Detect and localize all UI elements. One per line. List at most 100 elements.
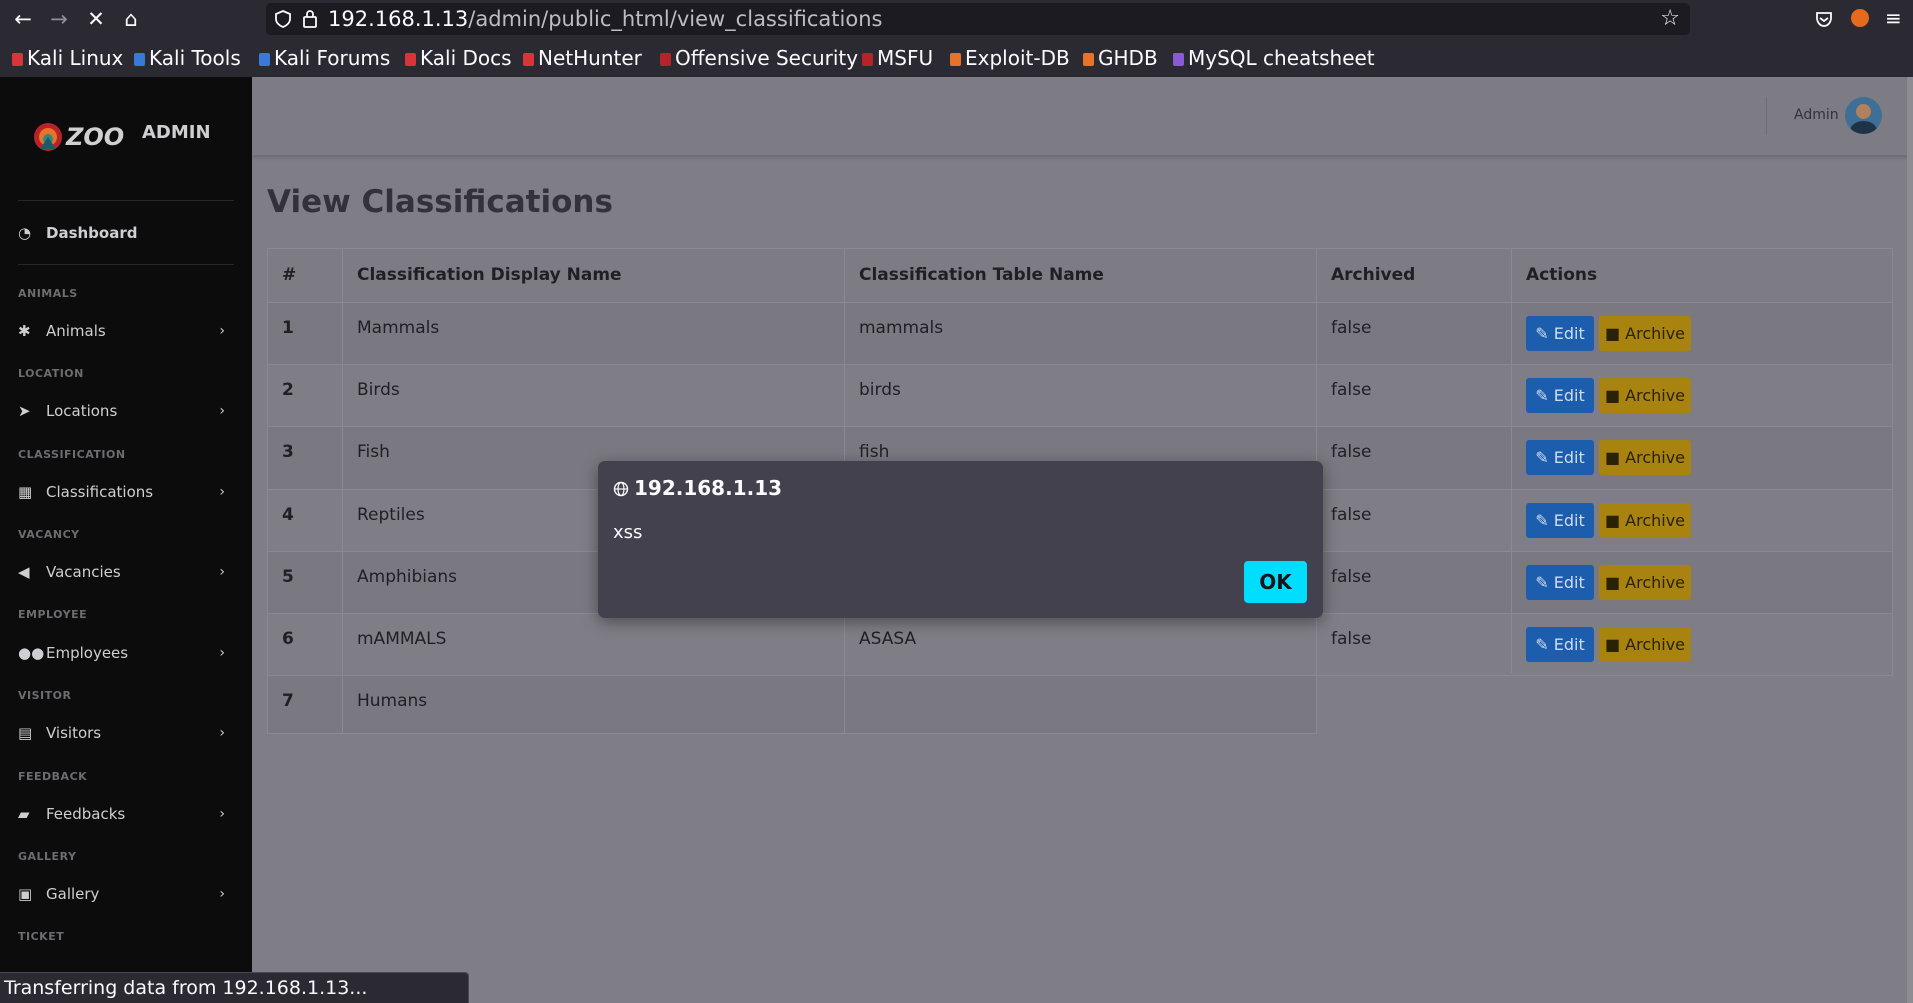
bookmark-star-icon[interactable]: ☆	[1660, 5, 1680, 33]
bookmark-ghdb[interactable]: GHDB	[1083, 44, 1158, 72]
cell-archived: false	[1331, 629, 1372, 649]
cell-table-name: birds	[859, 380, 901, 400]
alert-dialog: 192.168.1.13 xss OK	[598, 461, 1323, 618]
sidebar: ZOO ADMIN ◔ Dashboard ANIMALS ✱ Animals …	[0, 77, 252, 1003]
archive-box-icon: ■	[1604, 573, 1626, 592]
chevron-right-icon: ›	[219, 564, 225, 580]
globe-icon	[613, 481, 629, 497]
url-path: /admin/public_html/view_classifications	[468, 7, 883, 31]
ghdb-icon	[1083, 53, 1094, 66]
sidebar-heading-animals: ANIMALS	[18, 287, 78, 300]
chevron-right-icon: ›	[219, 403, 225, 419]
cell-display-name: Reptiles	[357, 505, 425, 525]
bookmark-kali-tools[interactable]: Kali Tools	[134, 44, 241, 72]
forward-arrow-icon[interactable]: →	[45, 6, 73, 32]
page-title: View Classifications	[267, 184, 613, 220]
top-navbar: Admin	[252, 77, 1913, 155]
cell-number: 4	[282, 505, 294, 525]
edit-button[interactable]: ✎ Edit	[1526, 316, 1594, 351]
edit-button[interactable]: ✎ Edit	[1526, 503, 1594, 538]
kali-docs-icon	[405, 53, 416, 66]
cell-display-name: Humans	[357, 691, 428, 711]
bookmark-msfu[interactable]: MSFU	[862, 44, 933, 72]
images-icon: ▣	[18, 885, 33, 903]
grid-icon: ▦	[18, 483, 33, 501]
archive-button[interactable]: ■ Archive	[1599, 378, 1691, 413]
zoo-logo-icon	[34, 123, 62, 151]
pocket-icon[interactable]	[1815, 10, 1833, 28]
column-divider	[1511, 248, 1512, 673]
bookmark-kali-forums[interactable]: Kali Forums	[259, 44, 390, 72]
shield-icon[interactable]	[274, 10, 292, 28]
chevron-right-icon: ›	[219, 484, 225, 500]
archive-button[interactable]: ■ Archive	[1599, 503, 1691, 538]
cell-display-name: Fish	[357, 442, 390, 462]
back-arrow-icon[interactable]: ←	[9, 6, 37, 32]
offsec-icon	[660, 53, 671, 66]
browser-chrome: ← → ✕ ⌂ 192.168.1.13/admin/public_html/v…	[0, 0, 1913, 77]
zoo-logo[interactable]: ZOO	[28, 115, 128, 159]
edit-icon: ✎	[1535, 511, 1554, 530]
url-text[interactable]: 192.168.1.13/admin/public_html/view_clas…	[328, 6, 882, 32]
dashboard-icon: ◔	[18, 224, 32, 242]
archive-button[interactable]: ■ Archive	[1599, 316, 1691, 351]
bookmark-exploit-db[interactable]: Exploit-DB	[950, 44, 1070, 72]
sidebar-item-vacancies[interactable]: ◀ Vacancies ›	[18, 558, 233, 586]
archive-button[interactable]: ■ Archive	[1599, 627, 1691, 662]
bookmark-nethunter[interactable]: NetHunter	[523, 44, 642, 72]
edit-icon: ✎	[1535, 386, 1554, 405]
archive-box-icon: ■	[1604, 511, 1626, 530]
ok-button[interactable]: OK	[1244, 561, 1307, 603]
id-card-icon: ▤	[18, 724, 33, 742]
lock-icon[interactable]	[302, 9, 318, 29]
edit-button[interactable]: ✎ Edit	[1526, 378, 1594, 413]
header-table-name: Classification Table Name	[859, 265, 1104, 285]
sidebar-item-classifications[interactable]: ▦ Classifications ›	[18, 478, 233, 506]
sidebar-item-employees[interactable]: ●● Employees ›	[18, 639, 233, 667]
cell-table-name: ASASA	[859, 629, 917, 649]
edit-button[interactable]: ✎ Edit	[1526, 565, 1594, 600]
bookmarks-toolbar: Kali Linux Kali Tools Kali Forums Kali D…	[0, 40, 1913, 76]
home-icon[interactable]: ⌂	[117, 6, 145, 32]
chevron-right-icon: ›	[219, 323, 225, 339]
url-bar[interactable]: 192.168.1.13/admin/public_html/view_clas…	[266, 3, 1690, 35]
edit-icon: ✎	[1535, 324, 1554, 343]
sidebar-item-visitors[interactable]: ▤ Visitors ›	[18, 719, 233, 747]
cell-archived: false	[1331, 505, 1372, 525]
cell-number: 6	[282, 629, 294, 649]
chevron-right-icon: ›	[219, 886, 225, 902]
sidebar-item-locations[interactable]: ➤ Locations ›	[18, 397, 233, 425]
sidebar-item-feedbacks[interactable]: ▰ Feedbacks ›	[18, 800, 233, 828]
edit-button[interactable]: ✎ Edit	[1526, 440, 1594, 475]
stop-loading-icon[interactable]: ✕	[82, 6, 110, 32]
comment-icon: ▰	[18, 805, 30, 823]
edit-icon: ✎	[1535, 573, 1554, 592]
sidebar-heading-classification: CLASSIFICATION	[18, 448, 126, 461]
bookmark-kali-linux[interactable]: Kali Linux	[12, 44, 123, 72]
bookmark-kali-docs[interactable]: Kali Docs	[405, 44, 512, 72]
scrollbar[interactable]	[1907, 77, 1913, 1003]
chevron-right-icon: ›	[219, 645, 225, 661]
avatar[interactable]	[1845, 97, 1882, 134]
bookmark-mysql-cheatsheet[interactable]: MySQL cheatsheet	[1173, 44, 1375, 72]
firefox-account-icon[interactable]	[1851, 9, 1869, 27]
nethunter-icon	[523, 53, 534, 66]
cell-display-name: Mammals	[357, 318, 440, 338]
sidebar-heading-visitor: VISITOR	[18, 689, 72, 702]
archive-button[interactable]: ■ Archive	[1599, 565, 1691, 600]
sidebar-item-gallery[interactable]: ▣ Gallery ›	[18, 880, 233, 908]
msfu-icon	[862, 53, 873, 66]
edit-icon: ✎	[1535, 448, 1554, 467]
cell-display-name: Amphibians	[357, 567, 458, 587]
kali-forums-icon	[259, 53, 270, 66]
location-arrow-icon: ➤	[18, 402, 31, 420]
archive-button[interactable]: ■ Archive	[1599, 440, 1691, 475]
user-name[interactable]: Admin	[1794, 107, 1839, 123]
sidebar-item-animals[interactable]: ✱ Animals ›	[18, 317, 233, 345]
sidebar-item-dashboard[interactable]: ◔ Dashboard	[18, 219, 233, 247]
edit-button[interactable]: ✎ Edit	[1526, 627, 1594, 662]
archive-box-icon: ■	[1604, 448, 1626, 467]
bookmark-offensive-security[interactable]: Offensive Security	[660, 44, 858, 72]
column-divider	[342, 248, 343, 734]
menu-icon[interactable]: ≡	[1885, 4, 1902, 32]
